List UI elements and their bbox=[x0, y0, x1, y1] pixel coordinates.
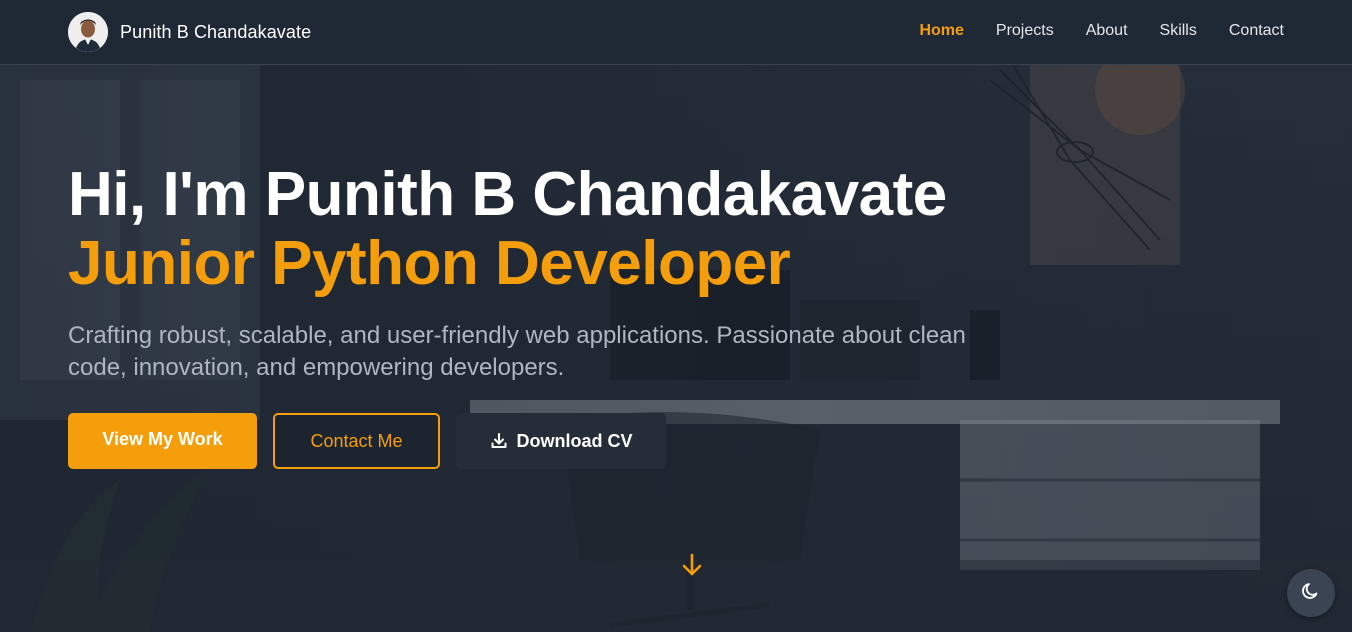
hero-title: Hi, I'm Punith B Chandakavate bbox=[68, 160, 947, 229]
nav-link-about[interactable]: About bbox=[1086, 22, 1128, 40]
nav-links: Home Projects About Skills Contact bbox=[887, 22, 1284, 40]
download-cv-button[interactable]: Download CV bbox=[456, 413, 666, 469]
hero-description: Crafting robust, scalable, and user-frie… bbox=[68, 322, 966, 381]
download-icon bbox=[490, 432, 508, 450]
view-my-work-label: View My Work bbox=[102, 428, 223, 449]
arrow-down-icon[interactable] bbox=[680, 552, 704, 578]
download-cv-label: Download CV bbox=[516, 430, 633, 451]
top-navbar: Punith B Chandakavate Home Projects Abou… bbox=[0, 0, 1352, 65]
moon-icon bbox=[1301, 581, 1321, 606]
contact-me-label: Contact Me bbox=[310, 430, 403, 451]
hero-role: Junior Python Developer bbox=[68, 229, 791, 298]
contact-me-button[interactable]: Contact Me bbox=[273, 413, 440, 469]
nav-link-contact[interactable]: Contact bbox=[1229, 22, 1284, 40]
profile-avatar bbox=[68, 12, 108, 52]
hero-section: Hi, I'm Punith B Chandakavate Junior Pyt… bbox=[68, 160, 1028, 469]
view-my-work-button[interactable]: View My Work bbox=[68, 413, 257, 469]
nav-link-projects[interactable]: Projects bbox=[996, 22, 1054, 40]
nav-link-home[interactable]: Home bbox=[919, 22, 963, 40]
profile-photo-icon bbox=[68, 12, 108, 52]
theme-toggle-button[interactable] bbox=[1287, 569, 1335, 617]
cta-buttons: View My Work Contact Me Download CV bbox=[68, 413, 666, 469]
brand[interactable]: Punith B Chandakavate bbox=[68, 12, 311, 52]
nav-link-skills[interactable]: Skills bbox=[1160, 22, 1197, 40]
brand-name: Punith B Chandakavate bbox=[120, 21, 312, 42]
